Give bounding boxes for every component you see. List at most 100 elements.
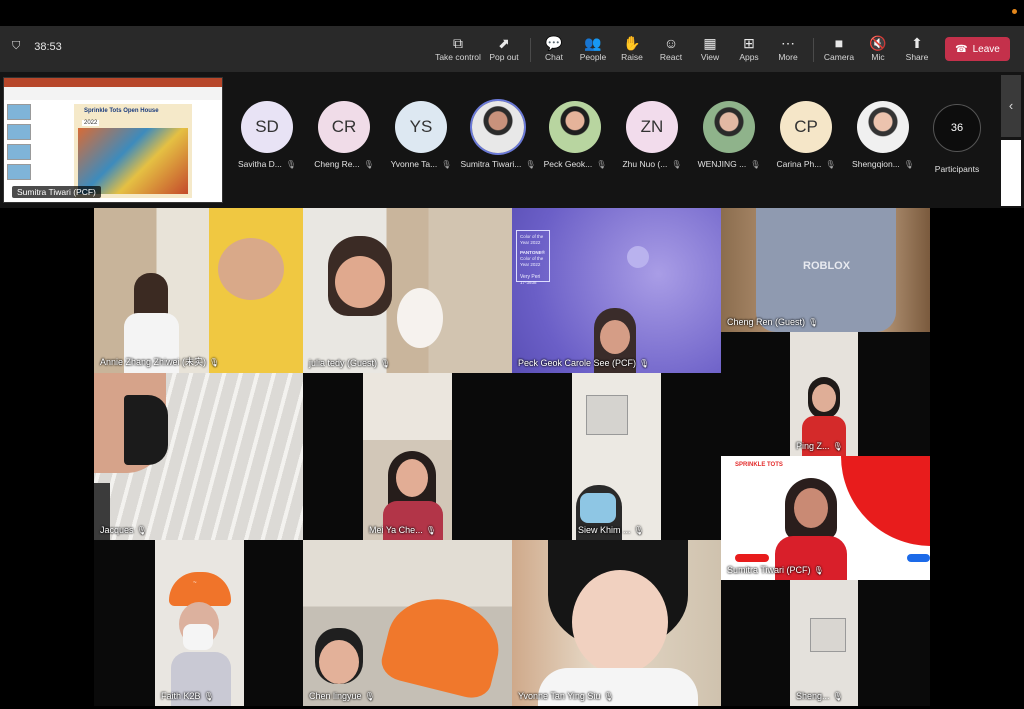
more-button[interactable]: ⋯ More <box>764 35 812 62</box>
avatar: CR <box>318 101 370 153</box>
mic-muted-icon: 🎙 <box>209 358 220 367</box>
video-object <box>397 288 443 348</box>
participant-name: Faith K2B <box>161 691 201 701</box>
pop-out-button[interactable]: ⬈ Pop out <box>480 35 528 62</box>
participant-avatar-tile[interactable]: Peck Geok... 🎙 <box>536 101 614 169</box>
mic-muted-icon: 🎙 <box>633 526 644 535</box>
avatar-photo <box>857 101 909 153</box>
camera-label: Camera <box>823 52 855 62</box>
share-button[interactable]: ⬆ Share <box>893 35 941 62</box>
avatar: SD <box>241 101 293 153</box>
shared-screen-tile[interactable]: Sprinkle Tots Open House 2022 Sumitra Ti… <box>3 77 223 203</box>
participant-name: Sheng... <box>796 691 830 701</box>
participant-name: Jacques <box>100 525 134 535</box>
slide-photo-collage <box>78 128 188 194</box>
hat-text: ~ <box>193 580 197 586</box>
video-tile[interactable]: ~ Faith K2B 🎙 <box>155 540 244 706</box>
mic-muted-icon: 🎙 <box>671 160 682 169</box>
video-tile[interactable]: Siew Khim ... 🎙 <box>572 373 661 540</box>
participant-name: Shengqion... <box>852 159 900 169</box>
mic-muted-icon: 🎙 <box>603 692 614 701</box>
mic-muted-icon: 🎙 <box>364 692 375 701</box>
participant-name: Yvonne Ta... <box>390 159 438 169</box>
participant-name: Mei Ya Che... <box>369 525 423 535</box>
participant-count-button[interactable]: 36 <box>933 104 981 152</box>
powerpoint-ribbon <box>4 87 222 100</box>
slide-year: 2022 <box>82 120 100 126</box>
pantone-text: Color of the Year 2022 <box>520 234 544 245</box>
mic-muted-icon: 🎙 <box>750 160 761 169</box>
video-tile[interactable]: Yvonne Tan Ying Siu 🎙 <box>512 540 721 706</box>
video-person <box>218 238 284 300</box>
avatar: CP <box>780 101 832 153</box>
participant-name: Siew Khim ... <box>578 525 631 535</box>
slide-thumbnail <box>7 124 31 140</box>
participant-name: Cheng Re... <box>314 159 360 169</box>
video-person <box>572 570 668 674</box>
participant-avatar-tile[interactable]: Shengqion... 🎙 <box>844 101 922 169</box>
participant-name: Savitha D... <box>237 159 282 169</box>
mic-muted-icon: 🎙 <box>832 442 843 451</box>
raise-label: Raise <box>621 52 643 62</box>
slide-title: Sprinkle Tots Open House <box>84 108 159 114</box>
mic-muted-icon: 🎙 <box>380 359 391 368</box>
video-tile[interactable]: ROBLOX Cheng Ren (Guest) 🎙 <box>721 208 930 332</box>
participant-name: Peck Geok Carole See (PCF) <box>518 358 637 368</box>
leave-label: Leave <box>972 43 1000 55</box>
video-tile[interactable]: Color of the Year 2022 PANTONE® Color of… <box>512 208 721 373</box>
more-label: More <box>778 52 798 62</box>
chat-label: Chat <box>545 52 563 62</box>
aircon-unit <box>586 395 628 435</box>
mic-muted-icon: 🎙 <box>639 359 650 368</box>
participant-avatar-tile[interactable]: WENJING ... 🎙 <box>690 101 768 169</box>
mic-muted-icon: 🎙 <box>441 160 452 169</box>
leave-button[interactable]: ☎ Leave <box>945 37 1010 61</box>
participant-avatar-tile[interactable]: CP Carina Ph... 🎙 <box>767 101 845 169</box>
take-control-button[interactable]: ⧉ Take control <box>434 35 482 62</box>
video-tile[interactable]: Annie Zhang Zhiwei (末实) 🎙 <box>94 208 303 373</box>
people-label: People <box>579 52 607 62</box>
mic-muted-icon: 🎙 <box>285 160 297 169</box>
tshirt-text: ROBLOX <box>803 260 851 272</box>
avatar: YS <box>395 101 447 153</box>
pantone-card: Color of the Year 2022 PANTONE® Color of… <box>516 230 550 285</box>
slide-thumbnail <box>7 144 31 160</box>
participant-avatar-tile[interactable]: Sumitra Tiwari... 🎙 <box>459 101 537 169</box>
participant-name: Carina Ph... <box>776 159 822 169</box>
share-icon: ⬆ <box>911 35 923 51</box>
video-tile[interactable]: Chen lingyue 🎙 <box>303 540 512 706</box>
video-person <box>335 256 385 308</box>
video-person <box>319 640 359 684</box>
current-slide: Sprinkle Tots Open House 2022 <box>74 104 192 198</box>
participant-avatar-tile[interactable]: SD Savitha D... 🎙 <box>228 101 306 169</box>
avatar-photo <box>472 101 524 153</box>
participant-avatar-tile[interactable]: YS Yvonne Ta... 🎙 <box>382 101 460 169</box>
video-person <box>794 488 828 528</box>
notification-dot <box>1012 9 1017 14</box>
mic-muted-icon: 🎙 <box>808 318 819 327</box>
participant-avatar-tile[interactable]: ZN Zhu Nuo (... 🎙 <box>613 101 691 169</box>
orange-hat <box>169 572 231 606</box>
video-tile[interactable]: Mei Ya Che... 🎙 <box>363 373 452 540</box>
video-person <box>600 320 630 354</box>
mic-muted-icon: 🎙 <box>813 566 824 575</box>
participant-name: Annie Zhang Zhiwei (末实) <box>100 357 207 367</box>
video-tile[interactable]: julia tedy (Guest) 🎙 <box>303 208 512 373</box>
video-decoration <box>627 246 649 268</box>
avatar: ZN <box>626 101 678 153</box>
meeting-toolbar: ⛉ 38:53 ⧉ Take control ⬈ Pop out 💬 Chat 👥 Pe… <box>0 26 1024 72</box>
presenter-label: Sumitra Tiwari (PCF) <box>12 186 101 198</box>
chevron-left-icon[interactable]: ‹ <box>1001 75 1021 137</box>
participant-name: Ping Z... <box>796 441 830 451</box>
mic-muted-icon: 🎙 <box>596 160 607 169</box>
video-tile[interactable]: Jacques 🎙 <box>94 373 303 540</box>
video-tile[interactable]: SPRINKLE TOTS Sumitra Tiwari (PCF) 🎙 <box>721 456 930 580</box>
take-control-icon: ⧉ <box>453 35 463 51</box>
slide-thumbnail <box>7 104 31 120</box>
video-tile[interactable]: Sheng... 🎙 <box>790 580 858 706</box>
video-person <box>396 459 428 497</box>
orange-hat <box>377 587 509 703</box>
video-tile[interactable]: Ping Z... 🎙 <box>790 332 858 456</box>
pantone-text: Color of the Year 2022 <box>520 256 544 267</box>
participant-avatar-tile[interactable]: CR Cheng Re... 🎙 <box>305 101 383 169</box>
